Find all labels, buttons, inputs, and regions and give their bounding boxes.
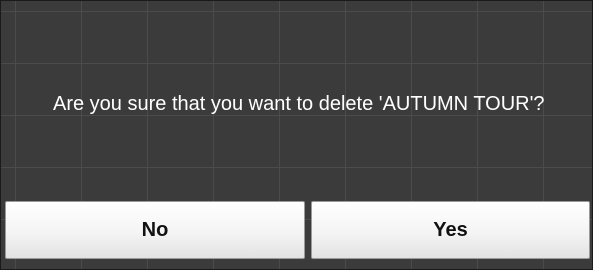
no-button[interactable]: No — [5, 201, 305, 259]
delete-confirmation-dialog: Are you sure that you want to delete 'AU… — [0, 0, 593, 270]
confirmation-message: Are you sure that you want to delete 'AU… — [53, 93, 545, 115]
yes-button[interactable]: Yes — [311, 201, 590, 259]
